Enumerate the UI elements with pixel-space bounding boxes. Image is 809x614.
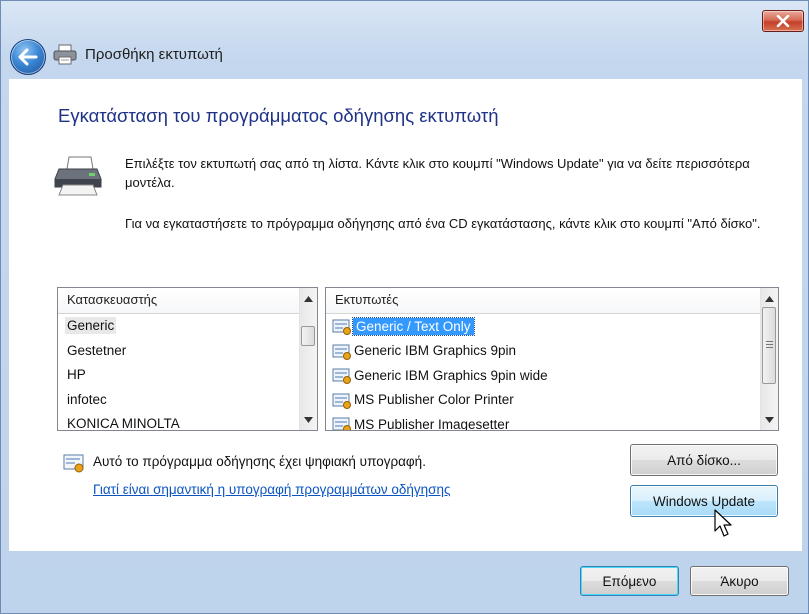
wizard-content: Εγκατάσταση του προγράμματος οδήγησης εκ… [9,79,802,551]
printer-icon [54,156,102,196]
list-item[interactable]: HP [58,363,300,388]
windows-update-button[interactable]: Windows Update [630,485,778,517]
window-title: Προσθήκη εκτυπωτή [85,46,223,63]
instruction-text-1: Επιλέξτε τον εκτυπωτή σας από τη λίστα. … [125,156,750,190]
list-item[interactable]: Generic IBM Graphics 9pin wide [326,363,761,388]
back-arrow-icon [18,48,38,66]
manufacturer-column-header[interactable]: Κατασκευαστής [58,288,300,314]
have-disk-button[interactable]: Από δίσκο... [630,444,778,476]
list-item[interactable]: Gestetner [58,339,300,364]
next-button[interactable]: Επόμενο [580,566,679,596]
manufacturer-scrollbar[interactable] [299,288,317,430]
manufacturer-list-body: Generic Gestetner HP infotec KONICA MINO… [58,314,300,430]
add-printer-window: Προσθήκη εκτυπωτή Εγκατάσταση του προγρά… [0,0,809,614]
scroll-down-icon[interactable] [761,411,778,428]
scroll-thumb[interactable] [301,326,315,346]
driver-icon [332,344,351,360]
list-item[interactable]: Generic [58,314,300,339]
printer-column-header[interactable]: Εκτυπωτές [326,288,761,314]
certificate-icon [63,454,84,473]
driver-icon [332,393,351,409]
printer-list-body: Generic / Text Only Generic IBM Graphics… [326,314,761,430]
list-item[interactable]: MS Publisher Color Printer [326,388,761,413]
instruction-text-2: Για να εγκαταστήσετε το πρόγραμμα οδήγησ… [125,216,761,231]
scroll-up-icon[interactable] [761,290,778,307]
list-item[interactable]: Generic IBM Graphics 9pin [326,339,761,364]
printer-list[interactable]: Εκτυπωτές Generic / Text Only Generic IB… [325,287,779,431]
printer-scrollbar[interactable] [760,288,778,430]
scroll-up-icon[interactable] [300,290,317,307]
list-item[interactable]: KONICA MINOLTA [58,412,300,430]
list-item[interactable]: Generic / Text Only [326,314,761,339]
driver-icon [332,319,351,336]
close-icon [776,15,790,27]
close-button[interactable] [762,10,804,32]
list-item[interactable]: infotec [58,388,300,413]
scroll-down-icon[interactable] [300,411,317,428]
scroll-thumb[interactable] [762,307,776,384]
list-item[interactable]: MS Publisher Imagesetter [326,412,761,430]
driver-icon [332,368,351,385]
back-button[interactable] [10,39,46,75]
manufacturer-list[interactable]: Κατασκευαστής Generic Gestetner HP infot… [57,287,318,431]
printer-icon [53,44,77,65]
page-heading: Εγκατάσταση του προγράμματος οδήγησης εκ… [58,105,499,126]
mouse-cursor-icon [714,509,732,537]
signature-status: Αυτό το πρόγραμμα οδήγησης έχει ψηφιακή … [93,454,426,469]
driver-icon [332,417,351,430]
signature-info-link[interactable]: Γιατί είναι σημαντική η υπογραφή προγραμ… [93,482,451,497]
cancel-button[interactable]: Άκυρο [690,566,789,596]
